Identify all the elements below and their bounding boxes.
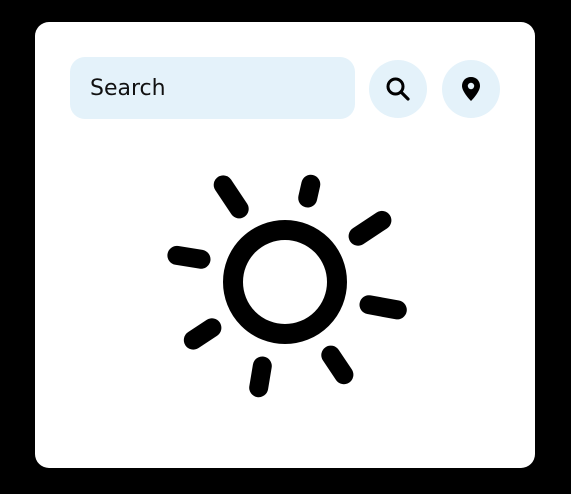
location-pin-icon xyxy=(462,77,480,101)
weather-card xyxy=(35,22,535,468)
search-button[interactable] xyxy=(369,60,427,118)
search-input[interactable] xyxy=(90,75,330,101)
search-icon xyxy=(386,77,410,101)
sun-icon xyxy=(167,174,407,398)
location-button[interactable] xyxy=(442,60,500,118)
search-box[interactable] xyxy=(70,57,355,119)
